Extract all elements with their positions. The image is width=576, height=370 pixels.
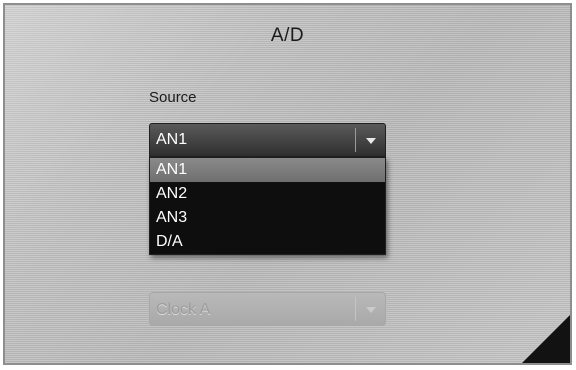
source-label: Source (149, 89, 197, 106)
source-selected-value: AN1 (156, 131, 188, 148)
select-divider (355, 128, 356, 152)
source-option-an2[interactable]: AN2 (150, 182, 385, 206)
corner-fold-decoration (522, 315, 570, 363)
chevron-down-icon[interactable] (366, 138, 376, 144)
clock-selected-value: Clock A (156, 301, 211, 318)
source-option-an3[interactable]: AN3 (150, 206, 385, 230)
select-divider (355, 297, 356, 321)
source-option-an1[interactable]: AN1 (150, 158, 385, 182)
chevron-down-icon (366, 307, 376, 313)
source-option-da[interactable]: D/A (150, 230, 385, 254)
source-select[interactable]: AN1 (149, 123, 386, 157)
clock-select: Clock A (149, 292, 386, 326)
source-dropdown-list: AN1 AN2 AN3 D/A (149, 157, 386, 255)
panel-title: A/D (270, 25, 305, 46)
ad-settings-panel: A/D Source AN1 AN1 AN2 AN3 D/A Clock A (3, 3, 572, 365)
